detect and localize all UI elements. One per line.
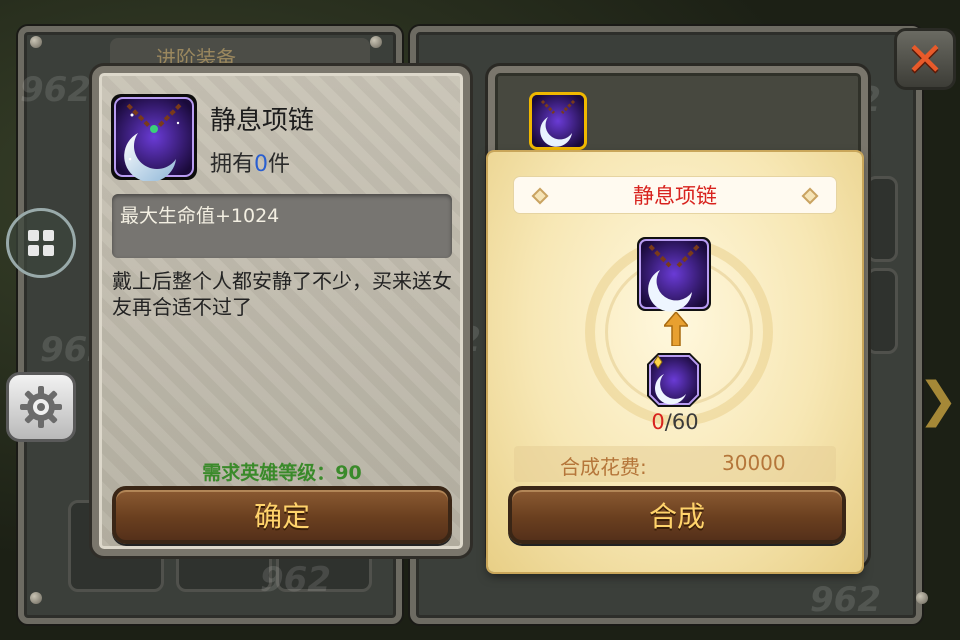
close-button[interactable]: ✕ <box>894 28 956 90</box>
gear-icon <box>20 386 62 428</box>
upgrade-arrow-icon <box>664 312 688 346</box>
rivet <box>916 592 928 604</box>
level-requirement: 需求英雄等级：90 <box>202 462 362 484</box>
material-count: 0/60 <box>620 410 730 434</box>
watermark-logo: 962 <box>810 580 881 620</box>
rivet <box>370 36 382 48</box>
next-page-arrow[interactable]: ❯ <box>918 372 958 428</box>
close-icon: ✕ <box>905 32 945 86</box>
settings-button[interactable] <box>6 372 76 442</box>
chevron-right-icon: ❯ <box>918 372 959 428</box>
rivet <box>30 592 42 604</box>
confirm-button[interactable]: 确定 <box>112 486 452 544</box>
material-have: 0 <box>651 410 665 434</box>
owned-suffix: 件 <box>268 152 291 177</box>
synthesis-cost-label: 合成花费: <box>560 455 647 479</box>
owned-count-row: 拥有0件 <box>210 146 290 178</box>
background-star-strip <box>866 176 898 262</box>
watermark-logo: 962 <box>260 560 331 600</box>
synthesis-title: 静息项链 <box>514 177 836 213</box>
synthesis-cost-value: 30000 <box>722 451 786 475</box>
background-star-strip <box>866 268 898 354</box>
grid-menu-icon <box>28 230 54 256</box>
necklace-item-icon <box>111 94 197 181</box>
material-need: /60 <box>664 410 699 434</box>
item-stat: 最大生命值+1024 <box>120 205 280 227</box>
item-description: 戴上后整个人都安静了不少，买来送女友再合适不过了 <box>112 269 452 319</box>
owned-prefix: 拥有 <box>210 152 255 177</box>
item-name: 静息项链 <box>210 106 315 136</box>
owned-count: 0 <box>254 152 269 177</box>
watermark-logo: 962 <box>20 70 91 110</box>
selected-item-slot[interactable] <box>529 92 587 150</box>
menu-button[interactable] <box>6 208 76 278</box>
synthesize-button[interactable]: 合成 <box>508 486 846 544</box>
material-fragment-icon[interactable] <box>646 352 702 408</box>
synthesis-result-icon[interactable] <box>636 236 712 312</box>
rivet <box>30 36 42 48</box>
